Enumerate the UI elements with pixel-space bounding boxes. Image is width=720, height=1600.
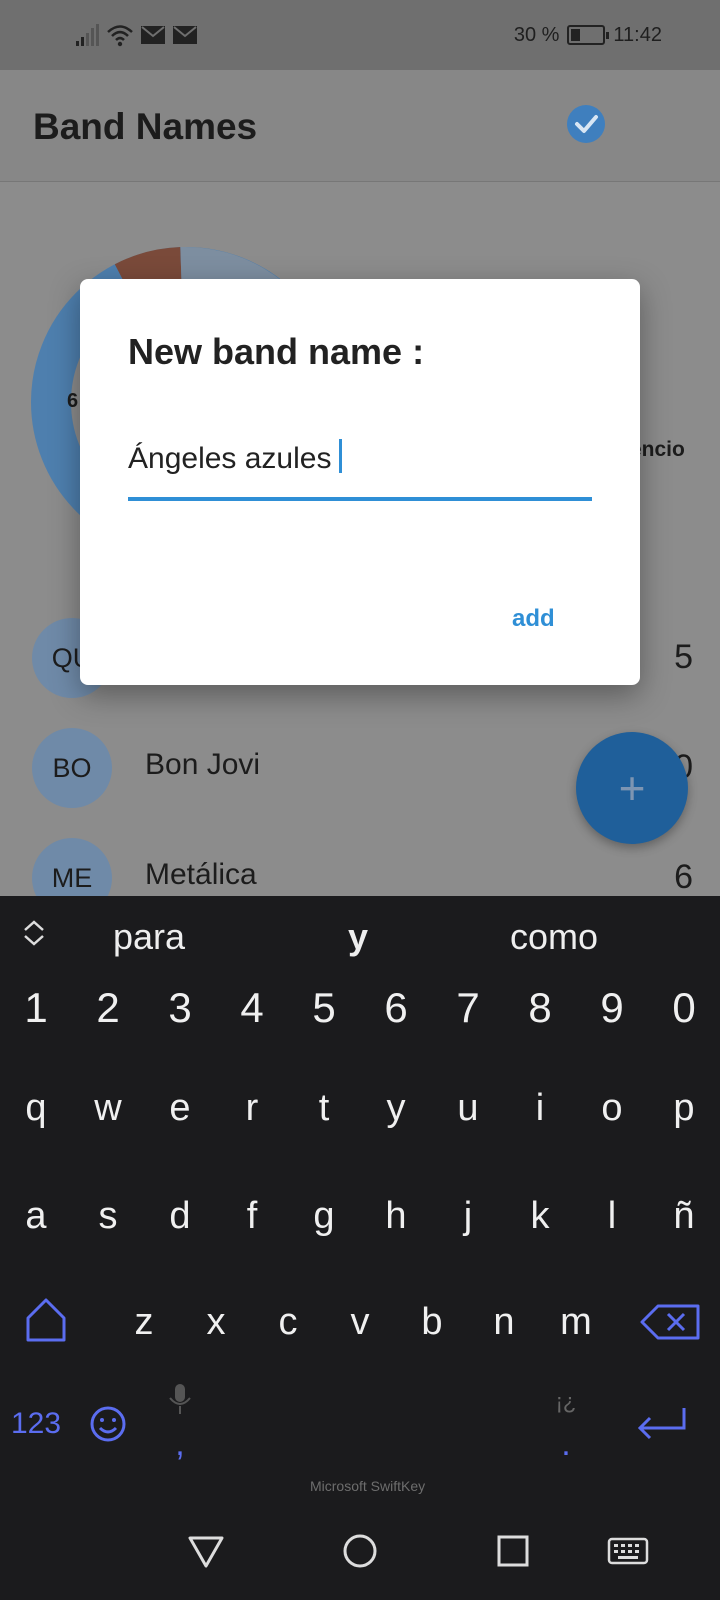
- key[interactable]: v: [324, 1292, 396, 1352]
- key[interactable]: 5: [288, 978, 360, 1038]
- key[interactable]: a: [0, 1186, 72, 1246]
- battery-icon: [567, 25, 610, 45]
- check-circle-icon: [567, 105, 605, 143]
- add-button[interactable]: add: [512, 605, 555, 633]
- key[interactable]: 4: [216, 978, 288, 1038]
- key[interactable]: p: [648, 1078, 720, 1138]
- suggestion-item[interactable]: para: [113, 916, 185, 958]
- key[interactable]: 6: [360, 978, 432, 1038]
- symbols-key[interactable]: 123: [0, 1394, 72, 1454]
- key[interactable]: 3: [144, 978, 216, 1038]
- battery-percent: 30 %: [513, 23, 560, 46]
- home-nav-icon[interactable]: [335, 1526, 385, 1576]
- key[interactable]: o: [576, 1078, 648, 1138]
- shift-key-icon[interactable]: [10, 1292, 82, 1352]
- key[interactable]: b: [396, 1292, 468, 1352]
- key[interactable]: n: [468, 1292, 540, 1352]
- key[interactable]: 1: [0, 978, 72, 1038]
- app-title: Band Names: [33, 106, 258, 147]
- band-name-input[interactable]: Ángeles azules: [128, 439, 592, 501]
- key[interactable]: d: [144, 1186, 216, 1246]
- band-list-item[interactable]: ME Metálica 6: [0, 838, 720, 896]
- app-bar: Band Names: [0, 70, 720, 182]
- soft-keyboard: para y como 1 2 3 4 5 6 7 8 9 0 q w e r …: [0, 896, 720, 1600]
- key[interactable]: 0: [648, 978, 720, 1038]
- band-votes: 6: [674, 858, 693, 896]
- key[interactable]: s: [72, 1186, 144, 1246]
- key[interactable]: x: [180, 1292, 252, 1352]
- status-icons-left: [76, 22, 198, 48]
- backspace-key-icon[interactable]: [636, 1292, 708, 1352]
- key[interactable]: i: [504, 1078, 576, 1138]
- band-avatar: BO: [32, 728, 112, 808]
- key[interactable]: 8: [504, 978, 576, 1038]
- key[interactable]: e: [144, 1078, 216, 1138]
- band-name: Bon Jovi: [145, 748, 261, 781]
- key[interactable]: u: [432, 1078, 504, 1138]
- key[interactable]: 2: [72, 978, 144, 1038]
- key[interactable]: c: [252, 1292, 324, 1352]
- suggestion-item[interactable]: y: [348, 916, 368, 958]
- keyboard-hide-icon[interactable]: [603, 1526, 653, 1576]
- period-key[interactable]: .: [530, 1414, 602, 1474]
- keyboard-brand: Microsoft SwiftKey: [310, 1478, 426, 1494]
- status-icons-right: 30 % 11:42: [514, 20, 662, 50]
- key[interactable]: 9: [576, 978, 648, 1038]
- key[interactable]: w: [72, 1078, 144, 1138]
- key[interactable]: f: [216, 1186, 288, 1246]
- back-nav-icon[interactable]: [181, 1526, 231, 1576]
- text-cursor: [339, 439, 343, 473]
- add-band-fab[interactable]: +: [576, 732, 688, 844]
- clock: 11:42: [613, 23, 662, 46]
- key[interactable]: y: [360, 1078, 432, 1138]
- suggestion-item[interactable]: como: [510, 916, 598, 958]
- band-name: Metálica: [145, 858, 257, 891]
- recents-nav-icon[interactable]: [488, 1526, 538, 1576]
- comma-key[interactable]: ,: [144, 1414, 216, 1474]
- key[interactable]: q: [0, 1078, 72, 1138]
- key[interactable]: k: [504, 1186, 576, 1246]
- signal-icon: [76, 24, 99, 46]
- emoji-key-icon[interactable]: [72, 1394, 144, 1454]
- band-avatar: ME: [32, 838, 112, 896]
- system-nav-bar: [0, 1506, 720, 1600]
- band-name-input-value: Ángeles azules: [128, 442, 332, 475]
- key[interactable]: r: [216, 1078, 288, 1138]
- key[interactable]: ñ: [648, 1186, 720, 1246]
- donut-value-label: 6: [67, 390, 79, 412]
- expand-toolbar-icon[interactable]: [22, 918, 46, 948]
- mail-icon: [141, 26, 165, 44]
- status-bar: 30 % 11:42: [0, 0, 720, 70]
- new-band-dialog: New band name : Ángeles azules add: [80, 279, 640, 685]
- band-votes: 5: [674, 638, 693, 676]
- mail-icon: [173, 26, 197, 44]
- enter-key-icon[interactable]: [626, 1394, 698, 1454]
- key[interactable]: 7: [432, 978, 504, 1038]
- key[interactable]: l: [576, 1186, 648, 1246]
- key[interactable]: g: [288, 1186, 360, 1246]
- wifi-icon: [107, 25, 133, 47]
- key[interactable]: t: [288, 1078, 360, 1138]
- dialog-title: New band name :: [128, 331, 425, 372]
- key[interactable]: j: [432, 1186, 504, 1246]
- key[interactable]: z: [108, 1292, 180, 1352]
- key[interactable]: m: [540, 1292, 612, 1352]
- key[interactable]: h: [360, 1186, 432, 1246]
- battery-fill: [571, 29, 581, 41]
